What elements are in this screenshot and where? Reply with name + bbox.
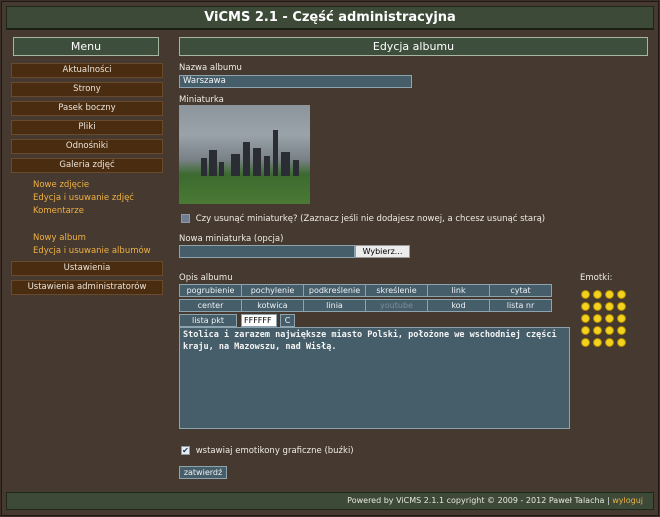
file-path-field[interactable] <box>179 245 355 258</box>
emoticon-icon[interactable] <box>593 326 602 335</box>
emoticons-label: Emotki: <box>580 273 613 283</box>
emoticon-icon[interactable] <box>593 314 602 323</box>
menu-header: Menu <box>13 37 159 56</box>
italic-button[interactable]: pochylenie <box>241 284 304 297</box>
emoticon-icon[interactable] <box>593 338 602 347</box>
thumbnail-label: Miniaturka <box>179 95 224 105</box>
emoticon-icon[interactable] <box>617 314 626 323</box>
sidebar-item-aktualnosci[interactable]: Aktualności <box>11 63 163 78</box>
emoticon-icon[interactable] <box>581 338 590 347</box>
emoticon-icon[interactable] <box>617 338 626 347</box>
insert-emoticons-label: wstawiaj emotikony graficzne (buźki) <box>195 446 354 456</box>
code-button[interactable]: kod <box>427 299 490 312</box>
emoticon-icon[interactable] <box>605 302 614 311</box>
page-title: ViCMS 2.1 - Część administracyjna <box>6 6 654 30</box>
link-nowy-album[interactable]: Nowy album <box>33 232 163 245</box>
emoticon-icon[interactable] <box>617 302 626 311</box>
emoticon-icon[interactable] <box>617 290 626 299</box>
section-header: Edycja albumu <box>179 37 648 56</box>
emoticon-icon[interactable] <box>581 302 590 311</box>
sidebar-item-odnosniki[interactable]: Odnośniki <box>11 139 163 154</box>
footer: Powered by ViCMS 2.1.1 copyright © 2009 … <box>6 492 654 510</box>
sidebar-item-ustawienia-admin[interactable]: Ustawienia administratorów <box>11 280 163 295</box>
footer-text: Powered by ViCMS 2.1.1 copyright © 2009 … <box>347 496 610 505</box>
sidebar: Aktualności Strony Pasek boczny Pliki Od… <box>11 63 163 299</box>
bold-button[interactable]: pogrubienie <box>179 284 242 297</box>
color-apply-button[interactable]: C <box>280 314 295 327</box>
link-nowe-zdjecie[interactable]: Nowe zdjęcie <box>33 179 163 192</box>
delete-thumb-checkbox[interactable] <box>181 214 190 223</box>
new-thumb-label: Nowa miniaturka (opcja) <box>179 234 284 244</box>
strikethrough-button[interactable]: skreślenie <box>365 284 428 297</box>
sidebar-item-pliki[interactable]: Pliki <box>11 120 163 135</box>
delete-thumb-label: Czy usunąć miniaturkę? (Zaznacz jeśli ni… <box>195 214 546 224</box>
emoticon-icon[interactable] <box>605 314 614 323</box>
insert-emoticons-checkbox[interactable]: ✔ <box>181 446 190 455</box>
bullet-list-button[interactable]: lista pkt <box>179 314 237 327</box>
album-name-label: Nazwa albumu <box>179 63 242 73</box>
youtube-button: youtube <box>365 299 428 312</box>
link-edycja-zdjec[interactable]: Edycja i usuwanie zdjęć <box>33 192 163 205</box>
emoticon-icon[interactable] <box>605 338 614 347</box>
sidebar-item-strony[interactable]: Strony <box>11 82 163 97</box>
quote-button[interactable]: cytat <box>489 284 552 297</box>
emoticon-icon[interactable] <box>593 290 602 299</box>
center-button[interactable]: center <box>179 299 242 312</box>
emoticon-icon[interactable] <box>581 326 590 335</box>
sidebar-item-pasek-boczny[interactable]: Pasek boczny <box>11 101 163 116</box>
description-label: Opis albumu <box>179 273 233 283</box>
emoticon-icon[interactable] <box>617 326 626 335</box>
link-edycja-albumow[interactable]: Edycja i usuwanie albumów <box>33 245 163 258</box>
link-button[interactable]: link <box>427 284 490 297</box>
emoticon-icon[interactable] <box>593 302 602 311</box>
browse-button[interactable]: Wybierz... <box>355 245 410 258</box>
sidebar-item-ustawienia[interactable]: Ustawienia <box>11 261 163 276</box>
description-textarea[interactable]: Stolica i zarazem największe miasto Pols… <box>179 327 570 429</box>
emoticon-icon[interactable] <box>581 314 590 323</box>
line-button[interactable]: linia <box>303 299 366 312</box>
emoticon-icon[interactable] <box>605 326 614 335</box>
album-name-input[interactable]: Warszawa <box>179 75 412 88</box>
underline-button[interactable]: podkreślenie <box>303 284 366 297</box>
emoticon-icon[interactable] <box>581 290 590 299</box>
anchor-button[interactable]: kotwica <box>241 299 304 312</box>
numbered-list-button[interactable]: lista nr <box>489 299 552 312</box>
logout-link[interactable]: wyloguj <box>612 496 643 505</box>
emoticon-icon[interactable] <box>605 290 614 299</box>
submit-button[interactable]: zatwierdź <box>179 466 227 479</box>
thumbnail-image <box>179 105 310 204</box>
sidebar-item-galeria[interactable]: Galeria zdjęć <box>11 158 163 173</box>
color-input[interactable]: FFFFFF <box>241 314 277 327</box>
link-komentarze[interactable]: Komentarze <box>33 205 163 218</box>
